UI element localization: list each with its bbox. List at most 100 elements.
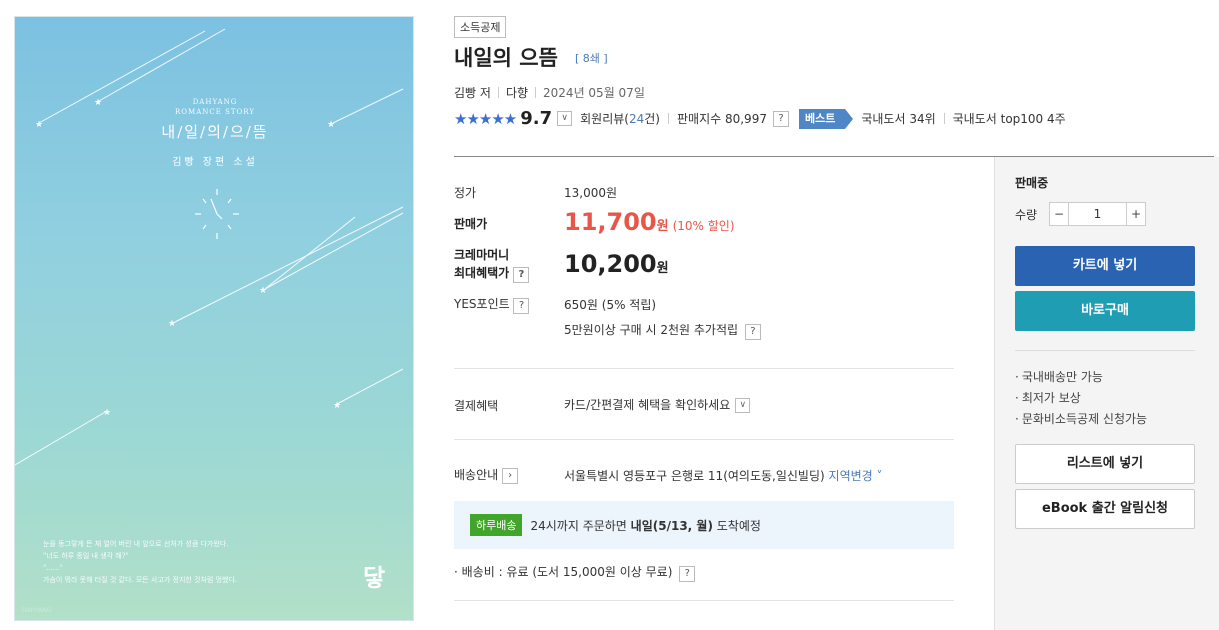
rating-row: ★★★★★ 9.7 ∨ 회원리뷰(24건) 판매지수 80,997 ? 베스트 … bbox=[454, 108, 1066, 129]
edition-label: [ 8쇄 ] bbox=[575, 52, 608, 65]
cover-blurb-line: 눈을 동그랗게 뜬 채 얼어 버린 내 앞으로 선처가 성큼 다가왔다. bbox=[43, 540, 229, 548]
cover-author: 김빵 장편 소설 bbox=[172, 157, 258, 168]
list-item: 문화비소득공제 신청가능 bbox=[1015, 409, 1147, 430]
publisher-link[interactable]: 다향 bbox=[506, 84, 528, 101]
rank-weeks-link[interactable]: 국내도서 top100 4주 bbox=[953, 110, 1066, 127]
delivery-address: 서울특별시 영등포구 은행로 11(여의도동,일신빌딩) 지역변경 ˅ bbox=[564, 467, 883, 484]
arrival-date: 내일(5/13, 월) bbox=[630, 518, 713, 533]
quantity-input[interactable]: 1 bbox=[1069, 202, 1126, 226]
sales-index: 판매지수 80,997 bbox=[677, 112, 767, 126]
chevron-right-icon[interactable]: › bbox=[502, 467, 519, 484]
quantity-plus-button[interactable]: + bbox=[1126, 202, 1146, 226]
payment-benefit-text: 카드/간편결제 혜택을 확인하세요 bbox=[564, 398, 731, 412]
panel-divider bbox=[1015, 350, 1195, 351]
cover-blurb: 눈을 동그랗게 뜬 채 얼어 버린 내 앞으로 선처가 성큼 다가왔다. "너도… bbox=[43, 538, 237, 586]
cover-publisher: DAHYANG ROMANCE STORY bbox=[15, 97, 413, 117]
help-icon[interactable]: ? bbox=[513, 298, 530, 314]
list-price-label: 정가 bbox=[454, 186, 477, 200]
divider bbox=[668, 113, 669, 124]
same-day-text-1: 24시까지 주문하면 bbox=[530, 518, 631, 533]
yes-point-extra: 5만원이상 구매 시 2천원 추가적립 ? bbox=[564, 321, 761, 340]
same-day-delivery-box: 하루배송 24시까지 주문하면 내일(5/13, 월) 도착예정 bbox=[454, 501, 954, 549]
review-label: 회원리뷰( bbox=[580, 112, 629, 126]
discount-rate: (10% 할인) bbox=[672, 219, 735, 233]
divider bbox=[497, 87, 499, 98]
chevron-down-icon: ˅ bbox=[872, 469, 883, 483]
help-icon[interactable]: ? bbox=[772, 110, 789, 127]
cover-blurb-line: "......" bbox=[43, 564, 63, 572]
same-day-text-2: 도착예정 bbox=[712, 518, 761, 533]
help-icon[interactable]: ? bbox=[744, 324, 761, 340]
divider bbox=[535, 87, 537, 98]
svg-text:★: ★ bbox=[333, 401, 341, 411]
review-count: 24 bbox=[628, 112, 645, 126]
max-benefit-label-line2: 최대혜택가 ? bbox=[454, 264, 530, 283]
chevron-down-icon[interactable]: ∨ bbox=[557, 111, 573, 126]
rating-score: 9.7 bbox=[520, 108, 553, 129]
delivery-address-text: 서울특별시 영등포구 은행로 11(여의도동,일신빌딩) bbox=[564, 469, 825, 483]
purchase-notes: 국내배송만 가능 최저가 보상 문화비소득공제 신청가능 bbox=[1015, 367, 1147, 430]
payment-benefit[interactable]: 카드/간편결제 혜택을 확인하세요 ∨ bbox=[564, 396, 751, 413]
section-divider bbox=[454, 600, 954, 601]
same-day-tag: 하루배송 bbox=[470, 514, 523, 536]
yes-point-label-text: YES포인트 bbox=[454, 297, 510, 311]
delivery-label-text: 배송안내 bbox=[454, 468, 499, 482]
shipping-fee-text: · 배송비 : 유료 (도서 15,000원 이상 무료) bbox=[454, 565, 673, 579]
payment-benefit-label: 결제혜택 bbox=[454, 399, 499, 413]
add-to-list-button[interactable]: 리스트에 넣기 bbox=[1015, 444, 1195, 484]
list-item: 최저가 보상 bbox=[1015, 388, 1147, 409]
max-benefit-value: 10,200 bbox=[564, 250, 657, 278]
cover-publisher-line1: DAHYANG bbox=[192, 98, 238, 106]
list-item: 국내배송만 가능 bbox=[1015, 367, 1147, 388]
yes-point-label: YES포인트 ? bbox=[454, 295, 530, 314]
section-divider bbox=[454, 368, 954, 369]
help-icon[interactable]: ? bbox=[679, 566, 696, 582]
region-change-link[interactable]: 지역변경 ˅ bbox=[829, 469, 883, 483]
cover-blurb-line: 가슴이 뭐라 못해 터질 것 같다. 모든 사고가 정지한 것처럼 멍했다. bbox=[43, 576, 238, 584]
list-price: 13,000원 bbox=[564, 186, 618, 200]
review-suffix: 건) bbox=[644, 112, 660, 126]
quantity-stepper: − 1 + bbox=[1049, 202, 1146, 226]
shipping-fee: · 배송비 : 유료 (도서 15,000원 이상 무료) ? bbox=[454, 563, 696, 582]
delivery-label: 배송안내 › bbox=[454, 466, 519, 484]
chevron-down-icon[interactable]: ∨ bbox=[735, 398, 751, 413]
book-meta: 김빵 저 다향 2024년 05월 07일 bbox=[454, 84, 645, 101]
review-link[interactable]: 회원리뷰(24건) bbox=[580, 110, 660, 127]
region-change-text: 지역변경 bbox=[828, 469, 873, 483]
svg-text:★: ★ bbox=[168, 319, 176, 329]
svg-text:★: ★ bbox=[259, 286, 267, 296]
page-title: 내일의 으뜸 bbox=[454, 46, 558, 70]
ebook-notify-button[interactable]: eBook 출간 알림신청 bbox=[1015, 489, 1195, 529]
cover-publisher-line2: ROMANCE STORY bbox=[175, 108, 255, 116]
cover-blurb-line: "너도 하루 종일 내 생각 해?" bbox=[43, 552, 129, 560]
rank-link[interactable]: 국내도서 34위 bbox=[861, 110, 935, 127]
sale-price-value: 11,700 bbox=[564, 208, 657, 236]
sale-price-unit: 원 bbox=[656, 219, 669, 234]
buy-now-button[interactable]: 바로구매 bbox=[1015, 291, 1195, 331]
max-benefit-unit: 원 bbox=[656, 261, 669, 276]
cover-small-mark: DAHYANG bbox=[22, 607, 52, 614]
add-to-cart-button[interactable]: 카트에 넣기 bbox=[1015, 246, 1195, 286]
max-benefit-label-line1: 크레마머니 bbox=[454, 248, 510, 262]
author-link[interactable]: 김빵 저 bbox=[454, 84, 491, 101]
quantity-label: 수량 bbox=[1015, 208, 1038, 222]
publish-date: 2024년 05월 07일 bbox=[543, 86, 645, 100]
same-day-text: 24시까지 주문하면 내일(5/13, 월) 도착예정 bbox=[530, 517, 760, 534]
sale-price-label: 판매가 bbox=[454, 217, 488, 231]
max-benefit-price: 10,200원 bbox=[564, 250, 669, 278]
quantity-minus-button[interactable]: − bbox=[1049, 202, 1069, 226]
help-icon[interactable]: ? bbox=[513, 267, 530, 283]
max-benefit-label-text: 최대혜택가 bbox=[454, 266, 510, 280]
purchase-panel: 판매중 수량 − 1 + 카트에 넣기 바로구매 국내배송만 가능 최저가 보상… bbox=[994, 157, 1219, 630]
sale-price: 11,700원 (10% 할인) bbox=[564, 208, 735, 236]
divider bbox=[943, 113, 945, 124]
star-rating-icon: ★★★★★ bbox=[454, 109, 517, 128]
cover-title: 내/일/의/으/뜸 bbox=[161, 123, 269, 141]
sale-status: 판매중 bbox=[1015, 176, 1049, 190]
income-deduction-badge: 소득공제 bbox=[454, 16, 507, 38]
book-cover[interactable]: ★ ★ ★ ★ ★ ★ ★ DAHYANG ROMANCE STORY 내/일/의/으/… bbox=[14, 16, 414, 621]
svg-text:★: ★ bbox=[103, 408, 111, 418]
section-divider bbox=[454, 439, 954, 440]
bestseller-tag: 베스트 bbox=[798, 108, 854, 129]
yes-point-value: 650원 (5% 적립) bbox=[564, 298, 657, 312]
